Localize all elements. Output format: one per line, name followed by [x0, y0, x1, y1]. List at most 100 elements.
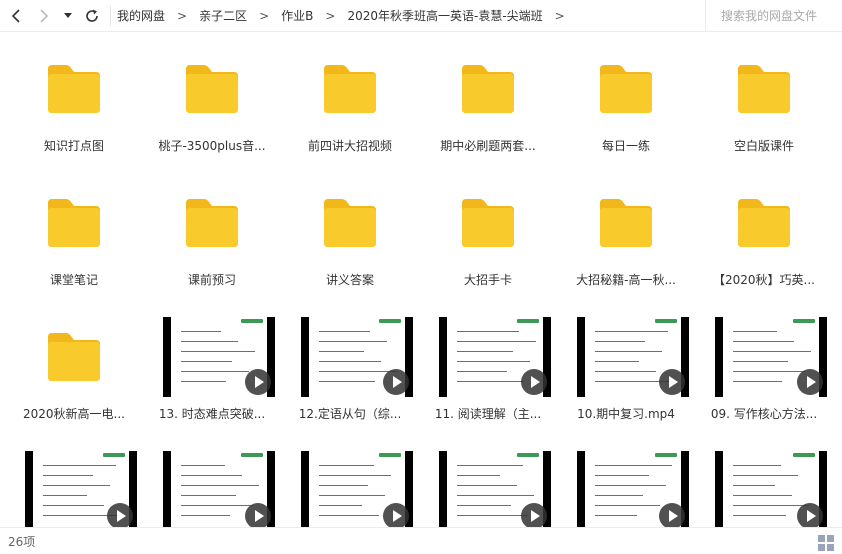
file-name: 课前预习 — [187, 273, 236, 287]
breadcrumb: 我的网盘 > 亲子二区 > 作业B > 2020年秋季班高一英语-袁慧-尖端班 … — [117, 0, 577, 32]
folder-icon — [738, 65, 790, 113]
video-item[interactable] — [419, 435, 557, 527]
file-name: 13. 时态难点突破... — [158, 407, 266, 421]
grid-view-icon[interactable] — [818, 535, 834, 551]
video-item[interactable]: 13. 时态难点突破... — [143, 301, 281, 435]
play-icon — [797, 369, 823, 395]
folder-item[interactable]: 前四讲大招视频 — [281, 33, 419, 167]
history-dropdown[interactable] — [58, 1, 78, 31]
breadcrumb-item[interactable]: 亲子二区 — [199, 7, 247, 24]
play-icon — [659, 503, 685, 527]
video-thumbnail — [439, 451, 551, 527]
file-name: 前四讲大招视频 — [307, 139, 392, 153]
caret-down-icon — [64, 12, 72, 18]
search-box — [705, 0, 842, 31]
file-name: 大招手卡 — [463, 273, 512, 287]
chevron-right-icon[interactable]: > — [555, 9, 565, 23]
refresh-icon — [86, 9, 98, 22]
file-name: 12.定语从句（综... — [298, 407, 402, 421]
play-icon — [521, 369, 547, 395]
video-item[interactable] — [5, 435, 143, 527]
video-thumbnail — [301, 451, 413, 527]
video-item[interactable] — [557, 435, 695, 527]
play-icon — [521, 503, 547, 527]
folder-item[interactable]: 2020秋新高一电... — [5, 301, 143, 435]
folder-icon — [48, 199, 100, 247]
folder-item[interactable]: 空白版课件 — [695, 33, 833, 167]
play-icon — [107, 503, 133, 527]
file-name: 知识打点图 — [43, 139, 104, 153]
folder-item[interactable]: 【2020秋】巧英... — [695, 167, 833, 301]
file-name: 讲义答案 — [325, 273, 374, 287]
video-thumbnail — [25, 451, 137, 527]
toolbar-divider — [110, 5, 111, 26]
video-item[interactable]: 09. 写作核心方法... — [695, 301, 833, 435]
folder-icon — [324, 199, 376, 247]
file-name: 2020秋新高一电... — [23, 407, 125, 421]
folder-item[interactable]: 期中必刷题两套... — [419, 33, 557, 167]
file-name: 大招秘籍-高一秋... — [576, 273, 676, 287]
file-name: 期中必刷题两套... — [440, 139, 536, 153]
folder-item[interactable]: 课前预习 — [143, 167, 281, 301]
folder-item[interactable]: 课堂笔记 — [5, 167, 143, 301]
play-icon — [245, 503, 271, 527]
folder-item[interactable]: 每日一练 — [557, 33, 695, 167]
folder-icon — [462, 65, 514, 113]
video-thumbnail — [439, 317, 551, 397]
folder-icon — [600, 65, 652, 113]
play-icon — [383, 503, 409, 527]
folder-item[interactable]: 桃子-3500plus音... — [143, 33, 281, 167]
folder-icon — [600, 199, 652, 247]
video-thumbnail — [163, 451, 275, 527]
video-item[interactable] — [695, 435, 833, 527]
folder-item[interactable]: 知识打点图 — [5, 33, 143, 167]
file-name: 桃子-3500plus音... — [158, 139, 266, 153]
file-name: 10.期中复习.mp4 — [577, 407, 675, 421]
breadcrumb-item[interactable]: 作业B — [281, 7, 313, 24]
back-button[interactable] — [2, 1, 30, 31]
item-count: 26项 — [8, 534, 36, 549]
video-item[interactable]: 10.期中复习.mp4 — [557, 301, 695, 435]
chevron-right-icon: > — [259, 8, 270, 23]
chevron-right-icon: > — [177, 8, 188, 23]
video-item[interactable]: 11. 阅读理解（主... — [419, 301, 557, 435]
video-item[interactable]: 12.定语从句（综... — [281, 301, 419, 435]
folder-icon — [48, 65, 100, 113]
folder-item[interactable]: 大招秘籍-高一秋... — [557, 167, 695, 301]
folder-item[interactable]: 大招手卡 — [419, 167, 557, 301]
breadcrumb-item[interactable]: 我的网盘 — [117, 7, 165, 24]
chevron-left-icon — [11, 8, 20, 23]
file-name: 每日一练 — [601, 139, 650, 153]
chevron-right-icon — [40, 8, 49, 23]
file-name: 11. 阅读理解（主... — [434, 407, 542, 421]
folder-icon — [738, 199, 790, 247]
video-item[interactable] — [143, 435, 281, 527]
video-item[interactable] — [281, 435, 419, 527]
folder-icon — [186, 65, 238, 113]
folder-icon — [186, 199, 238, 247]
play-icon — [383, 369, 409, 395]
folder-icon — [462, 199, 514, 247]
status-bar: 26项 — [0, 527, 842, 554]
file-grid: 知识打点图 桃子-3500plus音... 前四讲大招视频 期中必刷题两套... 每日一… — [0, 33, 842, 527]
file-name: 空白版课件 — [733, 139, 794, 153]
video-thumbnail — [577, 317, 689, 397]
video-thumbnail — [715, 317, 827, 397]
file-name: 【2020秋】巧英... — [713, 273, 815, 287]
file-name: 09. 写作核心方法... — [710, 407, 818, 421]
video-thumbnail — [301, 317, 413, 397]
forward-button[interactable] — [30, 1, 58, 31]
video-thumbnail — [577, 451, 689, 527]
toolbar: 我的网盘 > 亲子二区 > 作业B > 2020年秋季班高一英语-袁慧-尖端班 … — [0, 0, 842, 32]
video-thumbnail — [715, 451, 827, 527]
search-input[interactable] — [721, 8, 836, 23]
chevron-right-icon: > — [325, 8, 336, 23]
play-icon — [797, 503, 823, 527]
folder-icon — [48, 333, 100, 381]
refresh-button[interactable] — [78, 1, 106, 31]
breadcrumb-item-current[interactable]: 2020年秋季班高一英语-袁慧-尖端班 — [347, 7, 542, 24]
folder-icon — [324, 65, 376, 113]
folder-item[interactable]: 讲义答案 — [281, 167, 419, 301]
video-thumbnail — [163, 317, 275, 397]
file-name: 课堂笔记 — [49, 273, 98, 287]
